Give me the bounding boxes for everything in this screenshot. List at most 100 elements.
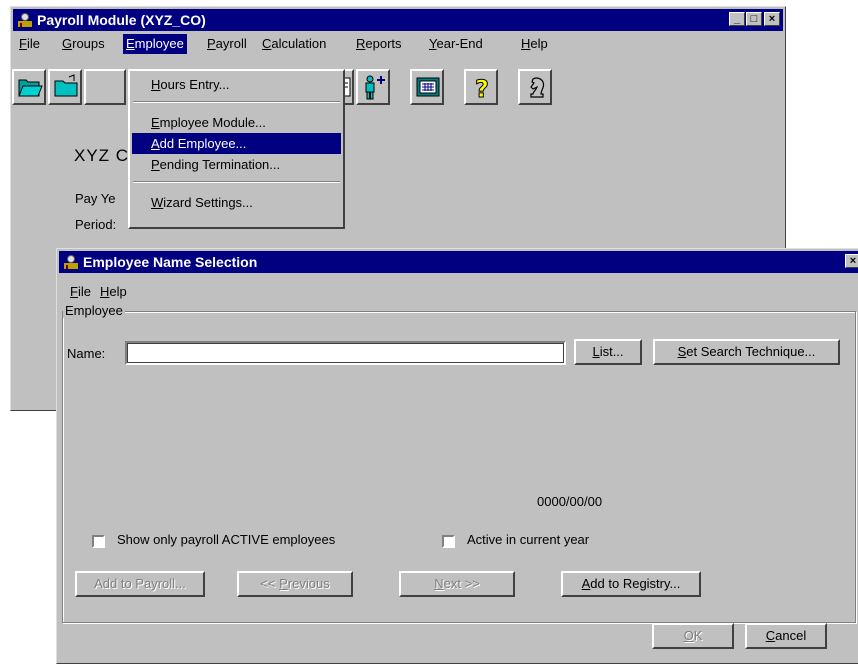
dropdown-item-text: izard Settings... (163, 195, 253, 210)
menu-year-end[interactable]: Year-End (426, 34, 486, 54)
next-button-text: ext >> (443, 576, 480, 591)
search-button-accelerator: S (677, 344, 687, 359)
previous-button[interactable]: << Previous (237, 571, 353, 597)
dropdown-item-text: ending Termination... (159, 157, 281, 172)
menu-help-accelerator: H (521, 36, 531, 51)
add-to-payroll-button[interactable]: Add to Payroll... (75, 571, 205, 597)
pay-year-label: Pay Ye (75, 191, 116, 206)
payroll-title-bar[interactable]: Payroll Module (XYZ_CO) _ □ × (13, 9, 783, 31)
previous-button-text: revious (287, 576, 330, 591)
dialog-title-bar[interactable]: Employee Name Selection × (59, 251, 858, 273)
payroll-window-title: Payroll Module (XYZ_CO) (37, 12, 206, 28)
dialog-menu-help[interactable]: Help (97, 282, 130, 302)
dialog-menu-file-accelerator: F (70, 284, 78, 299)
toolbar-open-button[interactable] (12, 69, 46, 105)
menu-calculation[interactable]: Calculation (259, 34, 329, 54)
menu-groups[interactable]: Groups (59, 34, 108, 54)
dropdown-item-accelerator: W (151, 195, 164, 210)
menu-separator (133, 101, 340, 103)
payroll-menubar: File Groups Employee Payroll Calculation Repo… (13, 34, 783, 54)
active-year-checkbox[interactable] (442, 535, 455, 548)
menu-item-hours-entry[interactable]: Hours Entry... (132, 74, 341, 95)
company-label: XYZ C (74, 146, 130, 165)
name-input[interactable] (125, 341, 566, 365)
employee-name-selection-dialog: Employee Name Selection × File Help Emplo… (56, 248, 858, 664)
toolbar-folder-button[interactable] (48, 69, 82, 105)
app-icon (64, 255, 78, 269)
ok-button[interactable]: OK (652, 623, 734, 649)
name-label: Name: (67, 346, 106, 361)
menu-employee-text: mployee (134, 36, 184, 51)
folder-icon (54, 74, 78, 97)
cancel-button-text: ancel (775, 628, 807, 643)
toolbar-add-employee-button[interactable] (356, 69, 390, 105)
dialog-menu-help-text: elp (109, 284, 127, 299)
open-folder-icon (18, 79, 43, 97)
menu-payroll[interactable]: Payroll (204, 34, 250, 54)
close-button[interactable]: × (764, 12, 780, 26)
menu-reports-text: eports (365, 36, 402, 51)
menu-file[interactable]: File (16, 34, 43, 54)
menu-employee-accelerator: E (126, 36, 135, 51)
app-icon (18, 13, 32, 27)
list-button-text: ist... (599, 344, 624, 359)
toolbar-partial-button[interactable] (84, 69, 126, 105)
menu-reports-accelerator: R (356, 36, 366, 51)
registry-button-text: dd to Registry... (590, 576, 681, 591)
dropdown-item-accelerator: P (151, 157, 160, 172)
svg-text:?: ? (475, 75, 489, 101)
add-employee-icon (365, 75, 385, 100)
menu-file-accelerator: F (19, 36, 27, 51)
employee-group-label: Employee (63, 303, 125, 318)
keyboard-icon (416, 77, 440, 97)
date-value: 0000/00/00 (537, 494, 603, 509)
next-button[interactable]: Next >> (399, 571, 515, 597)
menu-calculation-text: alculation (271, 36, 327, 51)
dropdown-item-accelerator: E (151, 115, 160, 130)
menu-help-text: elp (530, 36, 548, 51)
period-label: Period: (75, 217, 117, 232)
list-button[interactable]: List... (574, 339, 642, 365)
menu-item-employee-module[interactable]: Employee Module... (132, 112, 341, 133)
menu-payroll-text: ayroll (215, 36, 247, 51)
menu-groups-accelerator: G (62, 36, 73, 51)
menu-item-add-employee[interactable]: Add Employee... (132, 133, 341, 154)
ok-button-text: K (693, 628, 703, 643)
toolbar-help-button[interactable]: ? (464, 69, 498, 105)
menu-groups-text: roups (72, 36, 105, 51)
minimize-button[interactable]: _ (729, 12, 745, 26)
menu-help[interactable]: Help (518, 34, 551, 54)
dialog-menu-file[interactable]: File (67, 282, 94, 302)
dialog-menu-file-text: ile (77, 284, 91, 299)
menu-reports[interactable]: Reports (353, 34, 405, 54)
menu-payroll-accelerator: P (207, 36, 216, 51)
add-to-registry-button[interactable]: Add to Registry... (561, 571, 701, 597)
employee-dropdown-menu: Hours Entry... Employee Module... Add Em… (128, 69, 345, 229)
dropdown-item-text: ours Entry... (160, 77, 230, 92)
active-payroll-checkbox[interactable] (92, 535, 105, 548)
menu-year-end-text: ear-End (436, 36, 483, 51)
previous-button-accelerator: P (279, 576, 288, 591)
menu-separator (133, 181, 340, 183)
help-icon: ? (475, 75, 490, 102)
cancel-button[interactable]: Cancel (745, 623, 827, 649)
menu-item-pending-termination[interactable]: Pending Termination... (132, 154, 341, 175)
toolbar-knight-button[interactable] (518, 69, 552, 105)
dropdown-item-accelerator: H (151, 77, 161, 92)
menu-calculation-accelerator: C (262, 36, 272, 51)
maximize-button[interactable]: □ (746, 12, 762, 26)
set-search-technique-button[interactable]: Set Search Technique... (653, 339, 840, 365)
dropdown-item-text: mployee Module... (159, 115, 266, 130)
dialog-menubar: File Help (59, 282, 858, 302)
cancel-button-accelerator: C (765, 628, 776, 643)
dialog-close-button[interactable]: × (845, 254, 858, 268)
active-year-label: Active in current year (467, 532, 590, 547)
knight-icon (530, 77, 545, 98)
menu-employee[interactable]: Employee (123, 34, 187, 54)
toolbar-keyboard-button[interactable] (410, 69, 444, 105)
active-payroll-label: Show only payroll ACTIVE employees (117, 532, 336, 547)
menu-file-text: ile (26, 36, 40, 51)
registry-button-accelerator: A (581, 576, 591, 591)
previous-button-text: << (260, 576, 280, 591)
menu-item-wizard-settings[interactable]: Wizard Settings... (132, 192, 341, 213)
